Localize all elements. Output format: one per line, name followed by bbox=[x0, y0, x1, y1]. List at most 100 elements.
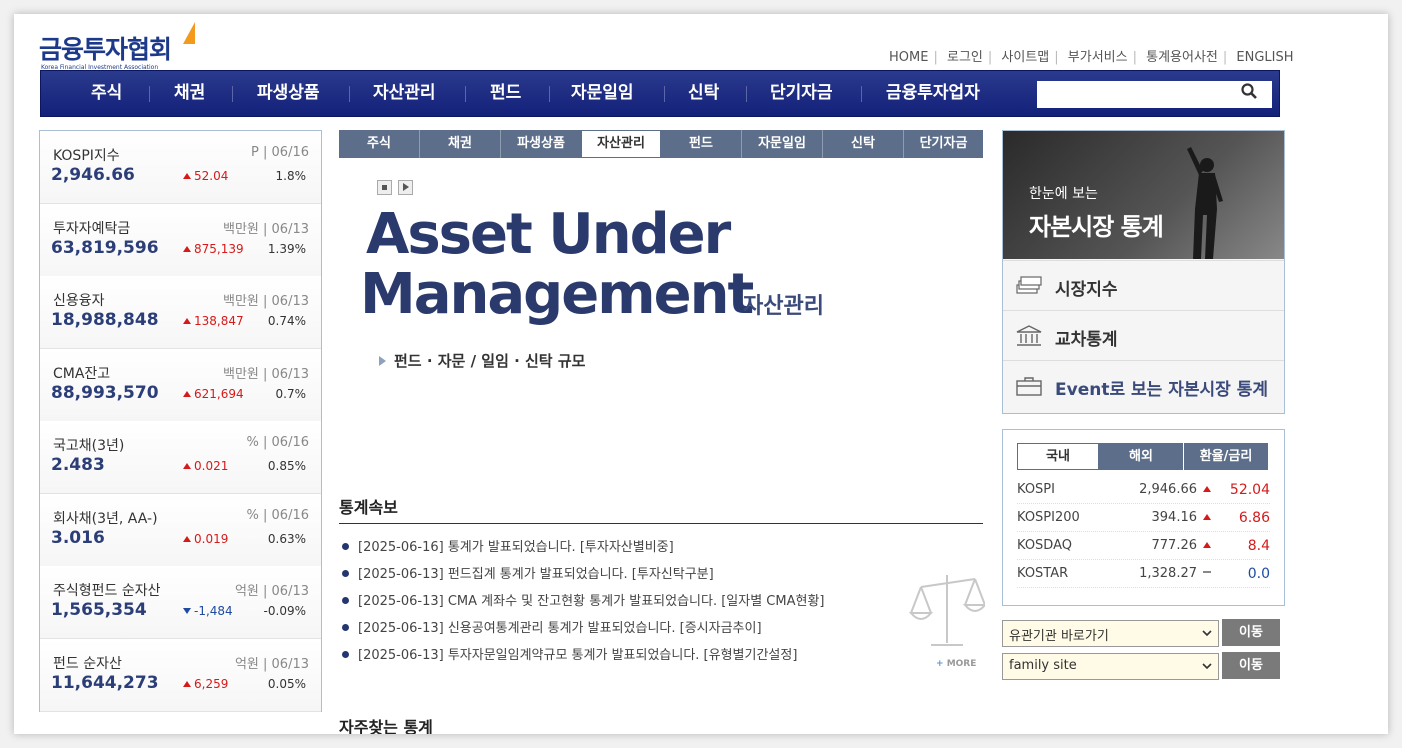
triangle-down-icon bbox=[183, 608, 191, 614]
go-button-related[interactable]: 이동 bbox=[1222, 619, 1280, 646]
index-row[interactable]: 회사채(3년, AA-) % | 06/16 3.016 0.019 0.63% bbox=[40, 493, 321, 567]
market-row[interactable]: KOSTAR 1,328.27 0.0 bbox=[1017, 560, 1270, 588]
market-change: 6.86 bbox=[1238, 510, 1270, 526]
triangle-up-icon bbox=[1203, 486, 1211, 492]
gnb-derivatives[interactable]: 파생상품 bbox=[257, 71, 320, 116]
news-item[interactable]: [2025-06-13] 투자자문일임계약규모 통계가 발표되었습니다. [유형… bbox=[342, 644, 797, 663]
index-name: 회사채(3년, AA-) bbox=[53, 510, 158, 527]
related-org-select[interactable]: 유관기관 바로가기 bbox=[1002, 620, 1219, 647]
gnb-advisory[interactable]: 자문일임 bbox=[571, 71, 634, 116]
tab-derivatives[interactable]: 파생상품 bbox=[501, 130, 582, 158]
hero-title-line2: Management bbox=[360, 262, 754, 327]
index-percent: 0.74% bbox=[267, 314, 306, 328]
market-change: 0.0 bbox=[1247, 566, 1270, 582]
index-name: 주식형펀드 순자산 bbox=[53, 583, 161, 599]
news-item[interactable]: [2025-06-13] 신용공여통계관리 통계가 발표되었습니다. [증시자금… bbox=[342, 617, 762, 636]
page: 금융투자협회 Korea Financial Investment Associ… bbox=[14, 14, 1388, 734]
search-input[interactable] bbox=[1037, 81, 1272, 108]
util-extra-services[interactable]: 부가서비스 bbox=[1068, 50, 1128, 65]
gnb-asset-mgmt[interactable]: 자산관리 bbox=[373, 71, 436, 116]
gnb-fi-firms[interactable]: 금융투자업자 bbox=[886, 71, 980, 116]
hero-sub-text: 펀드 · 자문 / 일임 · 신탁 규모 bbox=[394, 352, 586, 370]
util-english[interactable]: ENGLISH bbox=[1236, 50, 1293, 65]
index-row[interactable]: 국고채(3년) % | 06/16 2.483 0.021 0.85% bbox=[40, 421, 321, 494]
util-home[interactable]: HOME bbox=[889, 50, 928, 65]
index-name: CMA잔고 bbox=[53, 365, 111, 382]
gnb-bond[interactable]: 채권 bbox=[174, 71, 205, 116]
index-percent: -0.09% bbox=[263, 604, 306, 618]
arrow-right-icon bbox=[379, 356, 386, 366]
util-login[interactable]: 로그인 bbox=[947, 50, 983, 65]
banner-menu-market-index[interactable]: 시장지수 bbox=[1003, 260, 1284, 311]
news-item-text: [2025-06-13] CMA 계좌수 및 잔고현황 통계가 발표되었습니다.… bbox=[358, 594, 825, 609]
banner-menu-label: 교차통계 bbox=[1055, 330, 1118, 350]
index-value: 11,644,273 bbox=[51, 672, 159, 693]
index-percent: 1.8% bbox=[275, 169, 307, 183]
news-item[interactable]: [2025-06-13] CMA 계좌수 및 잔고현황 통계가 발표되었습니다.… bbox=[342, 590, 824, 609]
tab-domestic[interactable]: 국내 bbox=[1017, 443, 1099, 470]
market-row[interactable]: KOSPI200 394.16 6.86 bbox=[1017, 504, 1270, 532]
tab-short-term[interactable]: 단기자금 bbox=[904, 130, 983, 158]
gnb-stock[interactable]: 주식 bbox=[91, 71, 122, 116]
dash-icon bbox=[1203, 571, 1211, 573]
banner-menu-event-stats[interactable]: Event로 보는 자본시장 통계 bbox=[1003, 360, 1284, 413]
index-percent: 0.63% bbox=[267, 531, 306, 546]
tab-overseas[interactable]: 해외 bbox=[1099, 443, 1183, 470]
bank-building-icon bbox=[1016, 325, 1042, 346]
banner-subtitle: 한눈에 보는 bbox=[1029, 186, 1098, 202]
logo[interactable]: 금융투자협회 Korea Financial Investment Associ… bbox=[39, 22, 199, 74]
chevron-down-icon bbox=[1202, 630, 1212, 637]
index-row[interactable]: KOSPI지수 P | 06/16 2,946.66 52.04 1.8% bbox=[40, 131, 321, 204]
triangle-up-icon bbox=[183, 463, 191, 469]
news-item[interactable]: [2025-06-13] 펀드집계 통계가 발표되었습니다. [투자신탁구분] bbox=[342, 563, 714, 582]
market-row[interactable]: KOSDAQ 777.26 8.4 bbox=[1017, 532, 1270, 560]
triangle-up-icon bbox=[183, 390, 191, 397]
index-row[interactable]: 펀드 순자산 억원 | 06/13 11,644,273 6,259 0.05% bbox=[40, 638, 321, 712]
banner-menu-cross-stats[interactable]: 교차통계 bbox=[1003, 310, 1284, 361]
index-row[interactable]: 투자자예탁금 백만원 | 06/13 63,819,596 875,139 1.39% bbox=[40, 203, 321, 277]
tab-advisory[interactable]: 자문일임 bbox=[742, 130, 823, 158]
index-unit-date: P | 06/16 bbox=[251, 145, 309, 160]
index-percent: 0.7% bbox=[275, 386, 307, 401]
index-value: 18,988,848 bbox=[51, 310, 159, 330]
gnb-trust[interactable]: 신탁 bbox=[688, 71, 719, 116]
banner-image[interactable]: 한눈에 보는 자본시장 통계 bbox=[1003, 131, 1284, 259]
index-name: 신용융자 bbox=[53, 293, 105, 309]
select-value: family site bbox=[1009, 658, 1077, 673]
tab-fx-rates[interactable]: 환율/금리 bbox=[1184, 443, 1268, 470]
index-value: 1,565,354 bbox=[51, 600, 147, 620]
search-icon[interactable] bbox=[1241, 83, 1257, 99]
index-row[interactable]: 주식형펀드 순자산 억원 | 06/13 1,565,354 -1,484 -0.09% bbox=[40, 566, 321, 639]
family-site-select[interactable]: family site bbox=[1002, 653, 1219, 680]
gnb-short-term[interactable]: 단기자금 bbox=[770, 71, 833, 116]
logo-mark-icon bbox=[183, 22, 195, 44]
utility-nav: HOME | 로그인 | 사이트맵 | 부가서비스 | 통계용어사전 | ENGLISH bbox=[889, 50, 1294, 65]
market-value: 394.16 bbox=[1151, 510, 1198, 525]
tab-bond[interactable]: 채권 bbox=[420, 130, 501, 158]
index-panel: KOSPI지수 P | 06/16 2,946.66 52.04 1.8% 투자자예탁금 백… bbox=[39, 130, 322, 712]
index-change: 875,139 bbox=[183, 242, 244, 256]
bullet-icon bbox=[342, 651, 349, 658]
index-row[interactable]: 신용융자 백만원 | 06/13 18,988,848 138,847 0.74% bbox=[40, 276, 321, 349]
play-button[interactable] bbox=[398, 180, 413, 195]
gnb-fund[interactable]: 펀드 bbox=[490, 71, 521, 116]
tab-fund[interactable]: 펀드 bbox=[661, 130, 742, 158]
tab-asset-mgmt[interactable]: 자산관리 bbox=[581, 130, 661, 158]
util-sitemap[interactable]: 사이트맵 bbox=[1001, 50, 1049, 65]
index-unit-date: 백만원 | 06/13 bbox=[223, 294, 309, 309]
stop-button[interactable] bbox=[377, 180, 392, 195]
market-row[interactable]: KOSPI 2,946.66 52.04 bbox=[1017, 476, 1270, 504]
index-change: -1,484 bbox=[183, 604, 233, 618]
market-value: 2,946.66 bbox=[1139, 482, 1197, 497]
news-item[interactable]: [2025-06-16] 통계가 발표되었습니다. [투자자산별비중] bbox=[342, 536, 674, 555]
util-glossary[interactable]: 통계용어사전 bbox=[1146, 50, 1218, 65]
tab-stock[interactable]: 주식 bbox=[339, 130, 420, 158]
hero-sub-link[interactable]: 펀드 · 자문 / 일임 · 신탁 규모 bbox=[379, 350, 585, 371]
news-divider bbox=[339, 523, 983, 524]
hero-title-line1: Asset Under bbox=[366, 202, 731, 267]
more-link[interactable]: + MORE bbox=[936, 659, 976, 669]
tab-trust[interactable]: 신탁 bbox=[823, 130, 904, 158]
scale-icon bbox=[909, 575, 985, 646]
go-button-family[interactable]: 이동 bbox=[1222, 652, 1280, 679]
index-row[interactable]: CMA잔고 백만원 | 06/13 88,993,570 621,694 0.7% bbox=[40, 348, 321, 422]
